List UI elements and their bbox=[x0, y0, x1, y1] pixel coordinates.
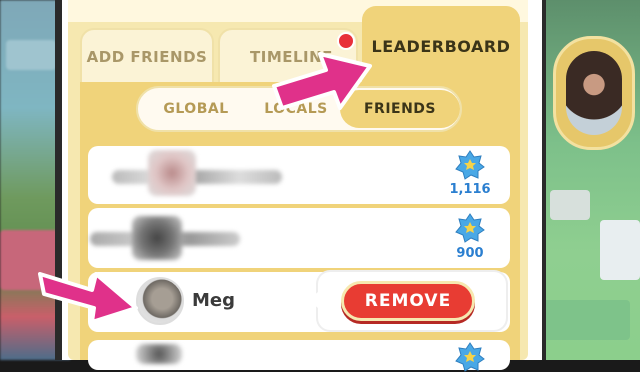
arrow-pointer-icon bbox=[272, 52, 372, 110]
tab-leaderboard-label: LEADERBOARD bbox=[371, 36, 511, 56]
badge-star-icon bbox=[455, 150, 485, 180]
filter-global-label: GLOBAL bbox=[163, 101, 229, 117]
score-value: 900 bbox=[456, 246, 484, 261]
badge-star-icon bbox=[455, 213, 485, 243]
friend-name: Meg bbox=[192, 290, 236, 311]
redacted-avatar bbox=[136, 344, 182, 364]
redacted-name bbox=[112, 170, 282, 184]
remove-button-label: REMOVE bbox=[364, 291, 452, 311]
player-avatar bbox=[566, 51, 622, 135]
arrow-pointer-icon bbox=[38, 272, 138, 324]
tab-add-friends-label: ADD FRIENDS bbox=[86, 48, 208, 66]
tab-leaderboard[interactable]: LEADERBOARD bbox=[362, 6, 520, 86]
remove-friend-button[interactable]: REMOVE bbox=[341, 281, 475, 321]
redacted-avatar bbox=[132, 216, 182, 260]
player-avatar-card[interactable] bbox=[553, 36, 635, 150]
badge-star-icon bbox=[455, 342, 485, 372]
filter-global[interactable]: GLOBAL bbox=[148, 90, 244, 128]
redacted-avatar bbox=[148, 150, 196, 196]
score-value: 1,116 bbox=[449, 182, 491, 197]
tab-add-friends[interactable]: ADD FRIENDS bbox=[80, 28, 214, 86]
